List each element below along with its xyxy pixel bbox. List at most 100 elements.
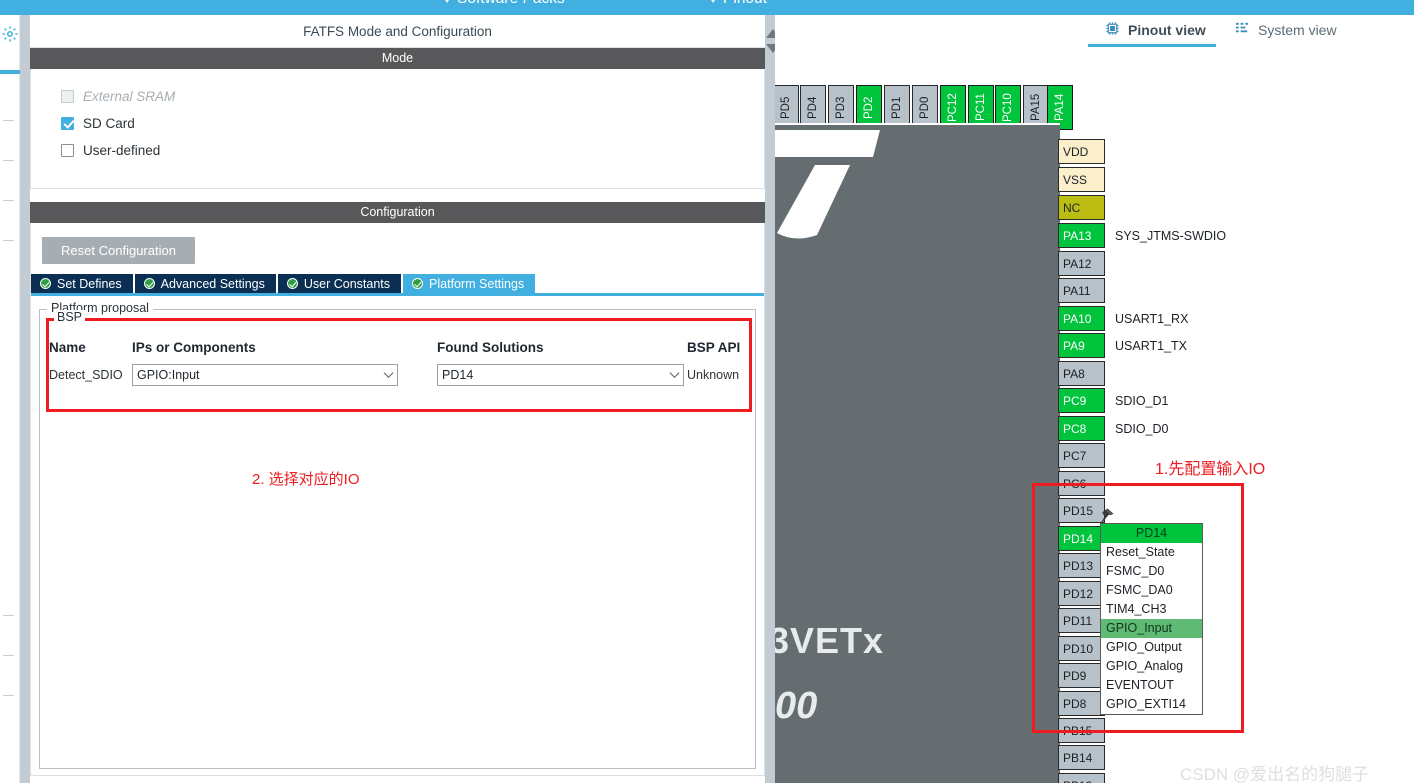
table-header-row: Name IPs or Components Found Solutions B… xyxy=(46,318,752,362)
tab-set-defines[interactable]: Set Defines xyxy=(31,274,135,293)
checkbox-label: External SRAM xyxy=(83,89,176,104)
tab-label: User Constants xyxy=(303,276,391,291)
left-icon-rail xyxy=(0,15,20,783)
chevron-down-icon: ▾ xyxy=(709,0,717,5)
menu-item-gpio-analog[interactable]: GPIO_Analog xyxy=(1101,657,1202,676)
view-tabs: Pinout view System view xyxy=(775,15,1414,51)
found-solutions-select[interactable]: PD14 xyxy=(437,364,684,386)
checkbox-row-external-sram[interactable]: External SRAM xyxy=(61,83,764,110)
rail-separator xyxy=(3,160,14,161)
chip-body: 3VETx 00 xyxy=(775,123,1060,783)
menu-item-fsmc-da0[interactable]: FSMC_DA0 xyxy=(1101,581,1202,600)
cell-name: Detect_SDIO xyxy=(49,368,123,382)
panel-splitter[interactable] xyxy=(765,15,780,783)
platform-proposal-group: Platform proposal BSP Name IPs or Compon… xyxy=(39,301,756,769)
checkbox-row-user-defined[interactable]: User-defined xyxy=(61,137,764,164)
menu-item-gpio-output[interactable]: GPIO_Output xyxy=(1101,638,1202,657)
pin-right-pa9[interactable]: PA9 xyxy=(1058,333,1105,358)
pin-right-pb13[interactable]: PB13 xyxy=(1058,773,1105,783)
pin-label: PB14 xyxy=(1063,750,1093,765)
menu-item-software-packs[interactable]: ▾ Software Packs xyxy=(443,0,565,8)
pin-right-pb14[interactable]: PB14 xyxy=(1058,745,1105,770)
pin-right-pa11[interactable]: PA11 xyxy=(1058,278,1105,303)
pin-label: PA12 xyxy=(1063,256,1092,271)
checkbox-row-sd-card[interactable]: SD Card xyxy=(61,110,764,137)
menu-item-reset-state[interactable]: Reset_State xyxy=(1101,543,1202,562)
pin-label: PA13 xyxy=(1063,228,1092,243)
pin-label: PC7 xyxy=(1063,448,1087,463)
pin-right-pa13[interactable]: PA13 xyxy=(1058,223,1105,248)
checkbox-label: SD Card xyxy=(83,116,135,131)
ips-or-components-select[interactable]: GPIO:Input xyxy=(132,364,398,386)
pin-right-nc[interactable]: NC xyxy=(1058,195,1105,220)
pin-mode-menu[interactable]: PD14 Reset_State FSMC_D0 FSMC_DA0 TIM4_C… xyxy=(1100,523,1203,715)
pin-label: PA15 xyxy=(1030,93,1042,122)
pushpin-icon xyxy=(1097,505,1115,527)
configuration-section-header: Configuration xyxy=(30,202,765,223)
checkbox-sd-card[interactable] xyxy=(61,117,74,130)
pin-right-pc8[interactable]: PC8 xyxy=(1058,416,1105,441)
reset-configuration-button[interactable]: Reset Configuration xyxy=(42,237,195,264)
pin-right-pa10[interactable]: PA10 xyxy=(1058,306,1105,331)
gear-icon[interactable] xyxy=(1,25,19,43)
pin-right-pd8[interactable]: PD8 xyxy=(1058,691,1105,716)
checkbox-external-sram[interactable] xyxy=(61,90,74,103)
annotation-configure-input-io: 1.先配置输入IO xyxy=(1155,461,1266,478)
pin-right-pc7[interactable]: PC7 xyxy=(1058,443,1105,468)
pin-right-pd12[interactable]: PD12 xyxy=(1058,581,1105,606)
rail-separator xyxy=(3,120,14,121)
pin-right-pc6[interactable]: PC6 xyxy=(1058,471,1105,496)
pin-right-pd10[interactable]: PD10 xyxy=(1058,636,1105,661)
tab-advanced-settings[interactable]: Advanced Settings xyxy=(134,274,278,293)
pin-mode-menu-header: PD14 xyxy=(1101,524,1202,543)
menu-item-label: Software Packs xyxy=(457,0,565,8)
annotation-select-io: 2. 选择对应的IO xyxy=(252,471,360,488)
pin-right-pb15[interactable]: PB15 xyxy=(1058,718,1105,743)
menu-item-gpio-input[interactable]: GPIO_Input xyxy=(1101,619,1202,638)
tab-platform-settings[interactable]: Platform Settings xyxy=(403,274,536,293)
menu-item-tim4-ch3[interactable]: TIM4_CH3 xyxy=(1101,600,1202,619)
menu-item-fsmc-d0[interactable]: FSMC_D0 xyxy=(1101,562,1202,581)
pin-label: PD4 xyxy=(807,96,819,119)
pin-right-vss[interactable]: VSS xyxy=(1058,167,1105,192)
bsp-legend: BSP xyxy=(54,310,86,324)
pin-label: PA8 xyxy=(1063,366,1085,381)
menu-item-eventout[interactable]: EVENTOUT xyxy=(1101,676,1202,695)
pin-right-pd11[interactable]: PD11 xyxy=(1058,608,1105,633)
column-header-found-solutions: Found Solutions xyxy=(437,339,544,355)
pin-label: PA9 xyxy=(1063,338,1085,353)
tab-label: Pinout view xyxy=(1128,22,1206,38)
menu-item-gpio-exti14[interactable]: GPIO_EXTI14 xyxy=(1101,695,1202,714)
pin-right-vdd[interactable]: VDD xyxy=(1058,139,1105,164)
chevron-down-icon xyxy=(383,368,394,378)
menu-bar: ▾ Software Packs ▾ Pinout xyxy=(0,0,1414,15)
menu-item-pinout[interactable]: ▾ Pinout xyxy=(709,0,767,8)
column-header-name: Name xyxy=(49,339,86,355)
configuration-section-body: Reset Configuration Set Defines Advanced… xyxy=(30,223,765,776)
pin-right-pc9[interactable]: PC9 xyxy=(1058,388,1105,413)
tab-system-view[interactable]: System view xyxy=(1235,21,1337,39)
pin-label: PD10 xyxy=(1063,641,1094,656)
pin-label: PC8 xyxy=(1063,421,1087,436)
check-circle-icon xyxy=(286,278,298,289)
pin-right-pa8[interactable]: PA8 xyxy=(1058,361,1105,386)
watermark: CSDN @爱出名的狗腿子 xyxy=(1180,765,1370,783)
table-row: Detect_SDIO GPIO:Input PD14 Unknown xyxy=(46,362,752,388)
chevron-down-icon: ▾ xyxy=(443,0,451,5)
pin-right-pd13[interactable]: PD13 xyxy=(1058,553,1105,578)
tab-pinout-view[interactable]: Pinout view xyxy=(1105,21,1206,39)
checkbox-user-defined[interactable] xyxy=(61,144,74,157)
pin-right-pd14[interactable]: PD14 xyxy=(1058,526,1105,551)
tab-active-underline xyxy=(1088,44,1216,47)
pin-label: PC10 xyxy=(1002,93,1014,122)
pin-label: PC11 xyxy=(975,93,987,122)
pin-right-pa12[interactable]: PA12 xyxy=(1058,251,1105,276)
tab-user-constants[interactable]: User Constants xyxy=(277,274,404,293)
pin-right-pd9[interactable]: PD9 xyxy=(1058,663,1105,688)
rail-separator xyxy=(3,615,14,616)
menu-item-label: Pinout xyxy=(723,0,767,8)
pin-label: PD12 xyxy=(1063,586,1094,601)
rail-separator xyxy=(3,200,14,201)
tab-label: Platform Settings xyxy=(429,276,525,291)
